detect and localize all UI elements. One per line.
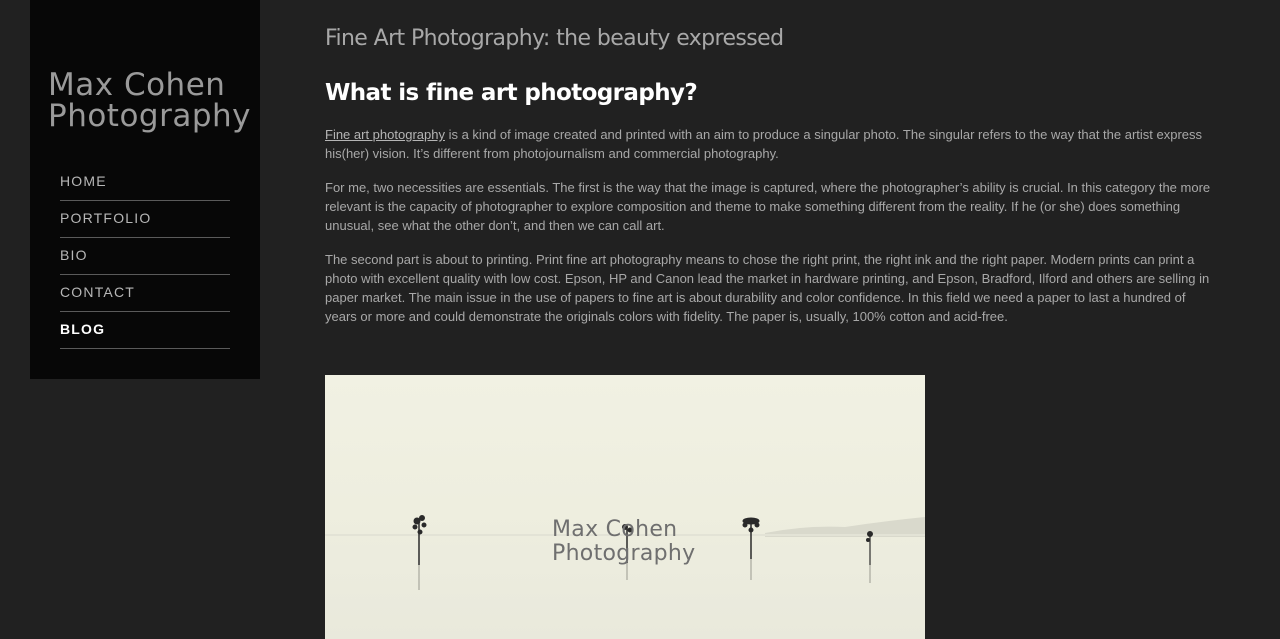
- nav-item-contact[interactable]: CONTACT: [60, 275, 230, 312]
- watermark-line-2: Photography: [552, 541, 696, 566]
- logo-line-2: Photography: [48, 98, 252, 134]
- watermark-line-1: Max Cohen: [552, 517, 678, 542]
- main-nav: HOME PORTFOLIO BIO CONTACT BLOG: [60, 164, 230, 349]
- nav-item-bio[interactable]: BIO: [60, 238, 230, 275]
- mangrove-scene: [325, 515, 925, 590]
- page-title: Fine Art Photography: the beauty express…: [325, 26, 784, 51]
- nav-item-home[interactable]: HOME: [60, 164, 230, 201]
- fine-art-photography-link[interactable]: Fine art photography: [325, 127, 445, 142]
- paragraph-1-text: is a kind of image created and printed w…: [325, 127, 1203, 161]
- mangrove-tree-1: [412, 515, 427, 590]
- nav-item-portfolio[interactable]: PORTFOLIO: [60, 201, 230, 238]
- paragraph-1: Fine art photography is a kind of image …: [325, 125, 1220, 163]
- section-heading: What is fine art photography?: [325, 80, 698, 106]
- mangrove-tree-4: [866, 531, 873, 583]
- mangrove-tree-3: [742, 517, 760, 580]
- site-logo[interactable]: Max Cohen Photography: [48, 67, 252, 134]
- paragraph-3: The second part is about to printing. Pr…: [325, 252, 1210, 324]
- photo-watermark: Max Cohen Photography: [552, 518, 695, 566]
- logo-line-1: Max Cohen: [48, 67, 226, 103]
- sidebar: Max Cohen Photography HOME PORTFOLIO BIO…: [30, 0, 260, 379]
- paragraph-2: For me, two necessities are essentials. …: [325, 180, 1211, 233]
- nav-item-blog[interactable]: BLOG: [60, 312, 230, 349]
- blog-photo: Max Cohen Photography: [325, 375, 925, 639]
